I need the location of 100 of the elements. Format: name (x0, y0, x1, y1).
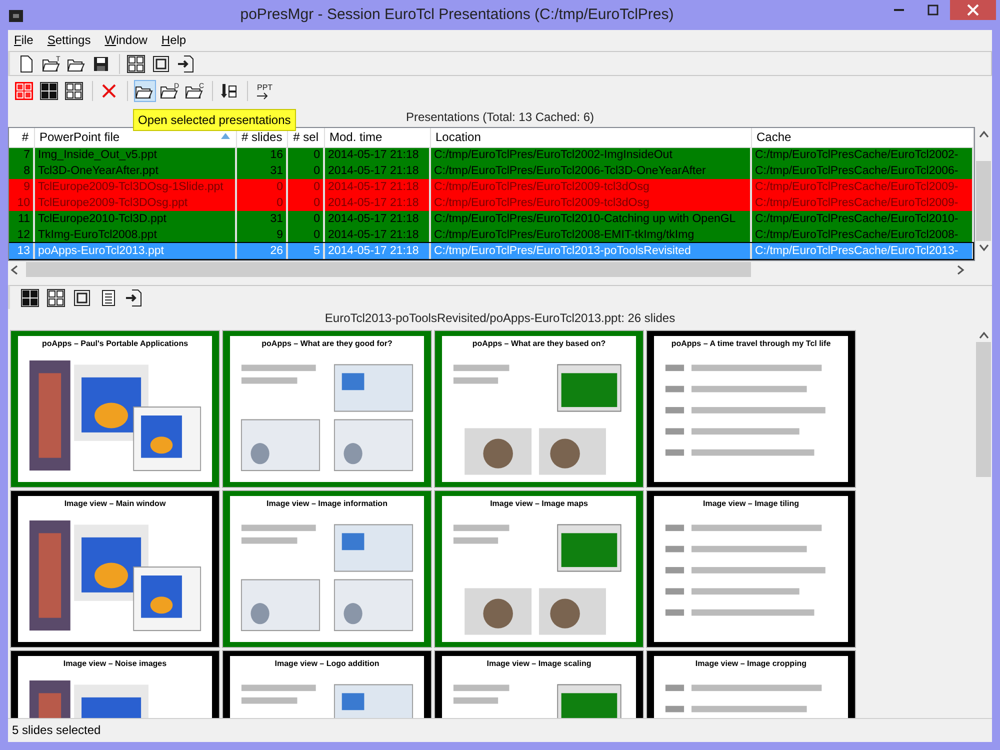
slide-thumbnail[interactable]: Image view – Image tiling (646, 490, 856, 648)
table-cell: 2014-05-17 21:18 (324, 179, 430, 195)
table-cell: 0 (287, 147, 324, 163)
slide-thumbnail[interactable]: Image view – Image maps (434, 490, 644, 648)
close-button[interactable] (950, 0, 996, 20)
column-header[interactable]: Location (430, 128, 751, 147)
column-header[interactable]: Cache (751, 128, 973, 147)
slide-thumbnail[interactable]: Image view – Noise images (10, 650, 220, 718)
slides-caption: EuroTcl2013-poToolsRevisited/poApps-EuroTcl2013.ppt: 26 slides (324, 310, 676, 327)
table-cell: 0 (287, 163, 324, 179)
status-text: 5 slides selected (8, 718, 992, 740)
frame-icon (152, 54, 172, 72)
menu-item[interactable]: File (14, 31, 34, 49)
close-icon (967, 4, 979, 16)
table-cell: 11 (9, 211, 34, 227)
slide-thumbnail[interactable]: Image view – Image scaling (434, 650, 644, 718)
table-cell: 2014-05-17 21:18 (324, 163, 430, 179)
column-header[interactable]: PowerPoint file (34, 128, 236, 147)
table-cell: 10 (9, 195, 34, 211)
slide-title: Image view – Image tiling (702, 499, 800, 509)
slide-thumbnail[interactable]: Image view – Main window (10, 490, 220, 648)
slide-thumbnail[interactable]: poApps – Paul's Portable Applications (10, 330, 220, 488)
toolbar-button[interactable] (39, 80, 61, 102)
table-cell: Tcl3D-OneYearAfter.ppt (34, 163, 236, 179)
slide-title: Image view – Image cropping (695, 659, 807, 669)
slide-thumbnail[interactable]: poApps – What are they good for? (222, 330, 432, 488)
table-cell: C:/tmp/EuroTclPresCache/EuroTcl2002- (751, 147, 973, 163)
table-cell: TkImg-EuroTcl2008.ppt (34, 227, 236, 243)
toolbar-button[interactable] (46, 286, 68, 308)
table-cell: 2014-05-17 21:18 (324, 227, 430, 243)
table-cell: 2014-05-17 21:18 (324, 147, 430, 163)
grid-icon (40, 82, 60, 100)
toolbar-button[interactable] (64, 80, 86, 102)
minimize-icon (894, 9, 904, 11)
grid-icon (65, 82, 85, 100)
table-cell: TclEurope2009-Tcl3DOsg-1Slide.ppt (34, 179, 236, 195)
table-cell: C:/tmp/EuroTclPres/EuroTcl2009-tcl3dOsg (430, 195, 751, 211)
table-row[interactable]: 8 Tcl3D-OneYearAfter.ppt 31 0 2014-05-17 21:18 C:/tmp/EuroTclPres/EuroTcl2006-Tcl3D-OneYearAfter C:/tmp/EuroTclPresCache/EuroTcl2006- (9, 163, 973, 179)
table-cell: 16 (236, 147, 287, 163)
slide-thumbnail[interactable]: poApps – What are they based on? (434, 330, 644, 488)
table-cell: 13 (9, 243, 34, 259)
toolbar-button[interactable] (20, 286, 42, 308)
table-row[interactable]: 11 TclEurope2010-Tcl3D.ppt 31 0 2014-05-17 21:18 C:/tmp/EuroTclPres/EuroTcl2010-Catching up with OpenGL C:/tmp/EuroTclPresCache/EuroTcl2010- (9, 211, 973, 227)
table-row[interactable]: 12 TkImg-EuroTcl2008.ppt 9 0 2014-05-17 21:18 C:/tmp/EuroTclPres/EuroTcl2008-EMIT-tkImg/tkImg C:/tmp/EuroTclPresCache/EuroTcl2008- (9, 227, 973, 243)
scrollbar-thumb[interactable] (26, 262, 751, 277)
sort-icon (220, 133, 230, 139)
table-cell: 5 (287, 243, 324, 259)
table-cell: Img_Inside_Out_v5.ppt (34, 147, 236, 163)
table-cell: C:/tmp/EuroTclPres/EuroTcl2009-tcl3dOsg (430, 179, 751, 195)
slide-title: poApps – A time travel through my Tcl life (671, 339, 831, 349)
table-cell: 0 (287, 195, 324, 211)
scrollbar-thumb[interactable] (976, 161, 991, 241)
scrollbar-thumb[interactable] (976, 342, 991, 477)
slide-thumbnail[interactable]: Image view – Image cropping (646, 650, 856, 718)
slide-thumbnail[interactable]: Image view – Logo addition (222, 650, 432, 718)
menu-item[interactable]: Settings (47, 31, 91, 49)
table-cell: 0 (287, 211, 324, 227)
table-cell: 0 (236, 195, 287, 211)
table-cell: 31 (236, 163, 287, 179)
slide-thumbnail[interactable]: poApps – A time travel through my Tcl life (646, 330, 856, 488)
table-cell: 2014-05-17 21:18 (324, 211, 430, 227)
table-cell: C:/tmp/EuroTclPresCache/EuroTcl2009- (751, 195, 973, 211)
grid-icon (21, 288, 41, 306)
table-cell: C:/tmp/EuroTclPres/EuroTcl2008-EMIT-tkImg/tkImg (430, 227, 751, 243)
table-cell: C:/tmp/EuroTclPres/EuroTcl2006-Tcl3D-OneYearAfter (430, 163, 751, 179)
menu-item[interactable]: Help (161, 31, 186, 49)
table-cell: poApps-EuroTcl2013.ppt (34, 243, 236, 259)
slide-title: Image view – Image maps (490, 499, 588, 509)
table-cell: C:/tmp/EuroTclPres/EuroTcl2010-Catching up with OpenGL (430, 211, 751, 227)
column-header[interactable]: # sel (287, 128, 324, 147)
table-row[interactable]: 7 Img_Inside_Out_v5.ppt 16 0 2014-05-17 21:18 C:/tmp/EuroTclPres/EuroTcl2002-ImgInsideOut C:/tmp/EuroTclPresCache/EuroTcl2002- (9, 147, 973, 163)
column-header[interactable]: # (9, 128, 34, 147)
tooltip: Open selected presentations (133, 109, 296, 131)
window-title: poPresMgr - Session EuroTcl Presentations (C:/tmp/EuroTclPres) (239, 4, 675, 25)
presentations-caption: Presentations (Total: 13 Cached: 6) (406, 110, 594, 124)
grid-icon (15, 82, 35, 100)
app-icon (8, 8, 24, 24)
table-cell: C:/tmp/EuroTclPresCache/EuroTcl2008- (751, 227, 973, 243)
table-cell: 26 (236, 243, 287, 259)
slide-title: Image view – Image scaling (486, 659, 592, 669)
table-cell: 0 (287, 227, 324, 243)
frame-icon (73, 288, 93, 306)
table-cell: C:/tmp/EuroTclPresCache/EuroTcl2013- (751, 243, 973, 259)
toolbar-button[interactable] (126, 52, 148, 74)
table-cell: 0 (287, 179, 324, 195)
grid-icon (127, 54, 147, 72)
slide-title: Image view – Noise images (63, 659, 167, 669)
grid-icon (47, 288, 67, 306)
toolbar-button[interactable] (134, 80, 156, 102)
slide-title: Image view – Main window (64, 499, 166, 509)
slide-thumbnail[interactable]: Image view – Image information (222, 490, 432, 648)
slide-title: poApps – Paul's Portable Applications (42, 339, 188, 349)
menu-item[interactable]: Window (104, 31, 148, 49)
table-cell: 0 (236, 179, 287, 195)
maximize-icon (927, 4, 939, 16)
table-cell: C:/tmp/EuroTclPresCache/EuroTcl2006- (751, 163, 973, 179)
column-header[interactable]: Mod. time (324, 128, 430, 147)
table-cell: 7 (9, 147, 34, 163)
table-cell: 9 (236, 227, 287, 243)
table-cell: C:/tmp/EuroTclPres/EuroTcl2013-poToolsRevisited (430, 243, 751, 259)
